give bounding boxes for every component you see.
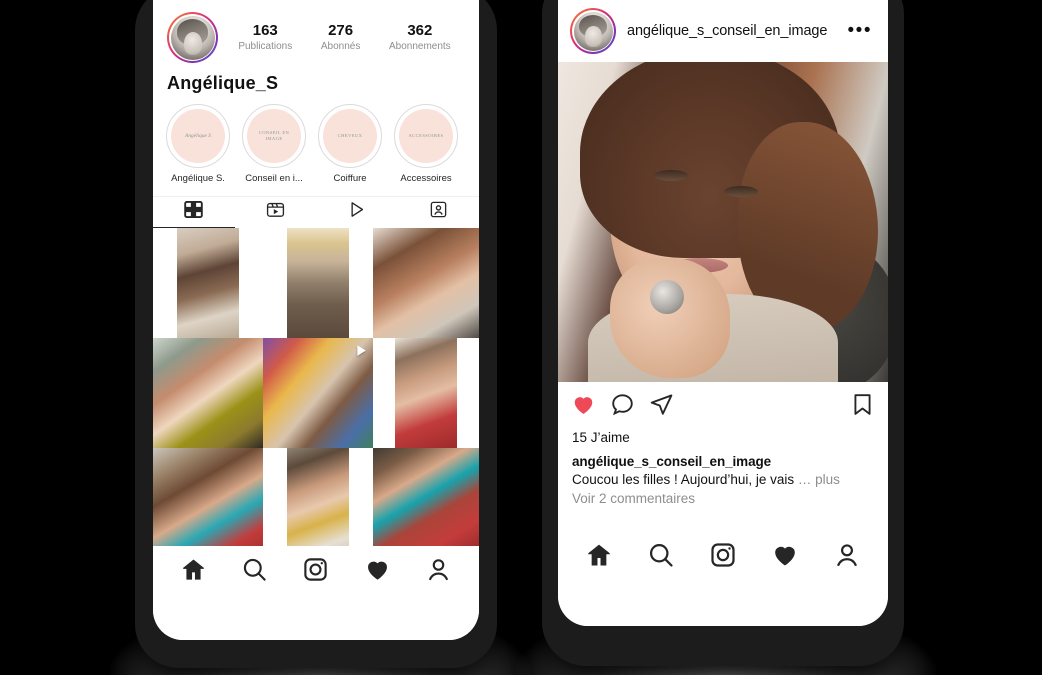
phone-mockup-left: 163 Publications 276 Abonnés 362 Abonnem…: [135, 0, 497, 668]
grid-post[interactable]: [263, 228, 373, 338]
profile-icon[interactable]: [425, 556, 452, 588]
grid-post[interactable]: [373, 448, 479, 558]
stat-followers[interactable]: 276 Abonnés: [321, 22, 360, 54]
view-comments-link[interactable]: Voir 2 commentaires: [558, 489, 888, 506]
highlight-cover-text: ACCESSOIRES: [408, 133, 444, 138]
highlight-cover-text: CONSEIL EN IMAGE: [258, 130, 290, 141]
profile-stats: 163 Publications 276 Abonnés 362 Abonnem…: [218, 22, 465, 54]
bottom-navigation-bar: [153, 546, 479, 640]
grid-post[interactable]: [373, 338, 479, 448]
stat-label: Abonnements: [388, 40, 451, 52]
grid-post[interactable]: [263, 448, 373, 558]
tab-grid[interactable]: [153, 197, 235, 228]
instagram-profile-screen: 163 Publications 276 Abonnés 362 Abonnem…: [153, 0, 479, 640]
story-highlights: Angélique S Angélique S. CONSEIL EN IMAG…: [153, 94, 479, 184]
instagram-post-screen: angélique_s_conseil_en_image ••• 15 J’ai…: [558, 0, 888, 626]
avatar[interactable]: [167, 12, 218, 63]
stat-label: Abonnés: [320, 40, 361, 52]
profile-tabs: [153, 196, 479, 228]
share-icon[interactable]: [649, 392, 674, 422]
bottom-navigation-bar: [558, 531, 888, 626]
tab-igtv[interactable]: [316, 197, 398, 228]
grid-post[interactable]: [263, 338, 373, 448]
grid-post[interactable]: [153, 228, 263, 338]
video-indicator: [353, 343, 368, 358]
tab-tagged[interactable]: [398, 197, 480, 228]
photo-grid: [153, 228, 479, 594]
caption-text: Coucou les filles ! Aujourd’hui, je vais: [572, 472, 795, 487]
home-icon[interactable]: [180, 556, 207, 588]
stat-number: 163: [252, 21, 278, 39]
highlight-label: Conseil en i...: [245, 173, 303, 184]
grid-post[interactable]: [373, 228, 479, 338]
caption-ellipsis: …: [797, 472, 812, 487]
highlight-coiffure[interactable]: CHEVEUX Coiffure: [317, 104, 383, 184]
grid-icon: [184, 200, 204, 224]
caption-more-link[interactable]: plus: [815, 472, 840, 487]
stat-label: Publications: [238, 40, 293, 52]
heart-icon[interactable]: [771, 541, 799, 574]
grid-post[interactable]: [153, 338, 263, 448]
highlight-label: Accessoires: [400, 173, 452, 184]
grid-post[interactable]: [153, 448, 263, 558]
post-menu-icon[interactable]: •••: [848, 21, 876, 40]
igtv-play-icon: [347, 200, 366, 224]
tagged-icon: [429, 200, 448, 224]
post-image[interactable]: [558, 62, 888, 382]
stat-publications[interactable]: 163 Publications: [238, 22, 292, 54]
avatar[interactable]: [570, 8, 616, 54]
comment-icon[interactable]: [610, 392, 635, 422]
heart-icon[interactable]: [571, 392, 596, 422]
profile-icon[interactable]: [833, 541, 861, 574]
caption-username[interactable]: angélique_s_conseil_en_image: [572, 453, 874, 471]
post-caption: angélique_s_conseil_en_image Coucou les …: [558, 445, 888, 489]
bookmark-icon[interactable]: [850, 392, 875, 422]
highlight-cover-text: Angélique S: [185, 133, 211, 139]
camera-icon[interactable]: [709, 541, 737, 574]
profile-header: 163 Publications 276 Abonnés 362 Abonnem…: [153, 0, 479, 63]
heart-icon[interactable]: [364, 556, 391, 588]
highlight-accessoires[interactable]: ACCESSOIRES Accessoires: [393, 104, 459, 184]
highlight-conseil-en-image[interactable]: CONSEIL EN IMAGE Conseil en i...: [241, 104, 307, 184]
tab-reels[interactable]: [235, 197, 317, 228]
stat-number: 362: [407, 21, 433, 39]
highlight-cover-text: CHEVEUX: [337, 133, 363, 138]
home-icon[interactable]: [585, 541, 613, 574]
stat-following[interactable]: 362 Abonnements: [389, 22, 451, 54]
like-count: 15 J’aime: [572, 430, 630, 445]
search-icon[interactable]: [647, 541, 675, 574]
post-header: angélique_s_conseil_en_image •••: [558, 0, 888, 62]
highlight-label: Coiffure: [333, 173, 367, 184]
camera-icon[interactable]: [302, 556, 329, 588]
reels-icon: [266, 200, 285, 224]
highlight-label: Angélique S.: [171, 173, 225, 184]
post-actions: [558, 382, 888, 426]
profile-display-name: Angélique_S: [167, 73, 279, 93]
highlight-angelique[interactable]: Angélique S Angélique S.: [165, 104, 231, 184]
post-username[interactable]: angélique_s_conseil_en_image: [627, 23, 848, 39]
phone-mockup-right: angélique_s_conseil_en_image ••• 15 J’ai…: [542, 0, 904, 666]
stat-number: 276: [328, 21, 354, 39]
search-icon[interactable]: [241, 556, 268, 588]
